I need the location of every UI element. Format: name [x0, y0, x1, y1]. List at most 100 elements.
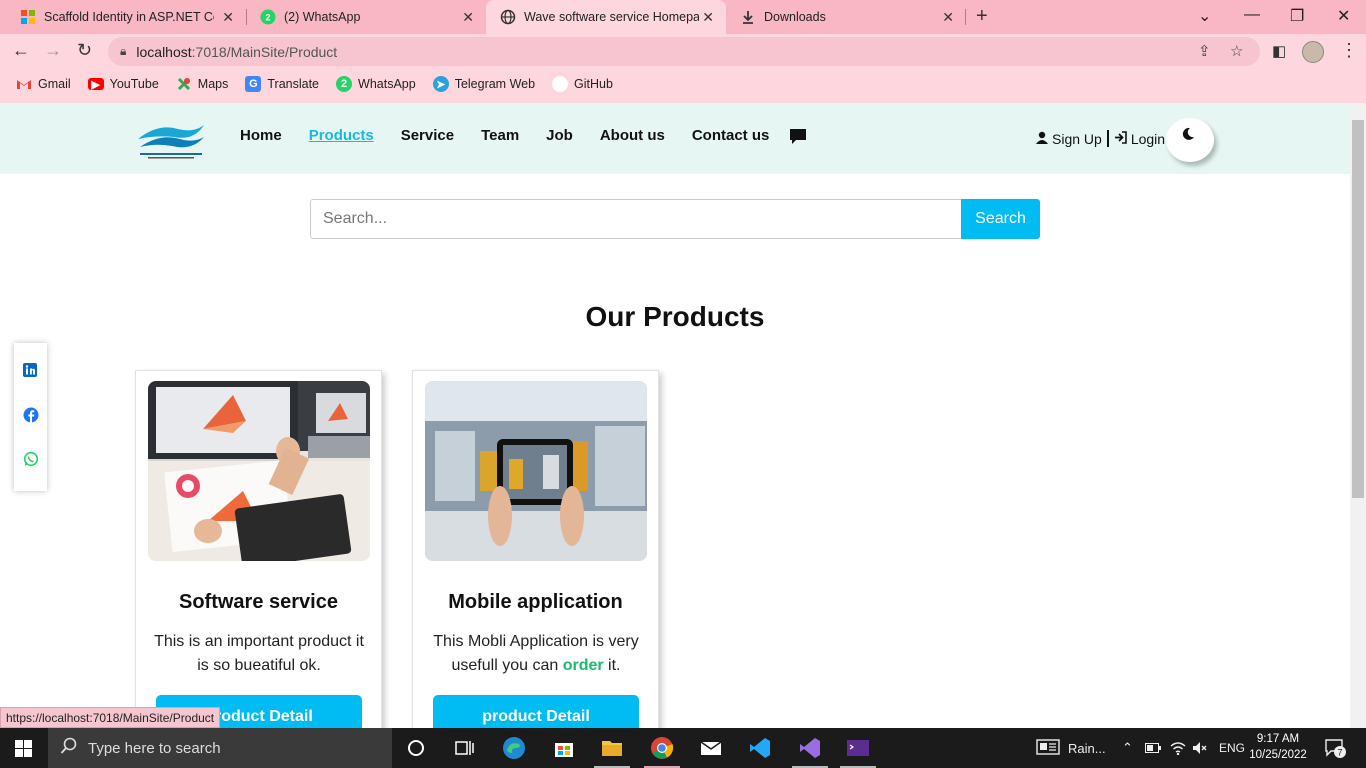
- bookmark-github[interactable]: GitHub: [552, 76, 613, 92]
- nav-team[interactable]: Team: [481, 127, 519, 144]
- file-explorer-icon[interactable]: [600, 736, 624, 760]
- svg-text:2: 2: [265, 13, 270, 23]
- close-tab-icon[interactable]: ✕: [222, 9, 234, 26]
- page-title: Our Products: [585, 301, 765, 332]
- download-icon: [740, 9, 756, 25]
- tab-whatsapp[interactable]: 2 (2) WhatsApp ✕: [246, 0, 486, 34]
- taskbar-search-placeholder: Type here to search: [88, 739, 221, 757]
- language-indicator[interactable]: ENG: [1219, 728, 1245, 768]
- tab-scaffold-identity[interactable]: Scaffold Identity in ASP.NET Core ✕: [6, 0, 246, 34]
- address-bar[interactable]: 🔒︎ localhost:7018/MainSite/Product ⇪ ☆: [108, 37, 1260, 66]
- taskbar-search-box[interactable]: Type here to search: [48, 728, 392, 768]
- clock-time: 9:17 AM: [1256, 733, 1300, 745]
- site-navbar: Home Products Service Team Job About us …: [0, 103, 1350, 174]
- restore-icon[interactable]: ❐: [1290, 6, 1304, 26]
- weather-widget[interactable]: Rain...: [1036, 728, 1106, 768]
- tab-divider: [965, 9, 966, 25]
- bookmark-gmail[interactable]: Gmail: [16, 76, 71, 92]
- wifi-icon[interactable]: [1170, 728, 1186, 768]
- store-icon[interactable]: [552, 736, 576, 760]
- taskbar-clock[interactable]: 9:17 AM 10/25/2022: [1248, 731, 1308, 763]
- product-search-input[interactable]: Search...: [310, 199, 962, 239]
- back-arrow-icon[interactable]: ←: [12, 40, 30, 61]
- nav-about-us[interactable]: About us: [600, 127, 665, 144]
- address-row: ← → ↻ 🔒︎ localhost:7018/MainSite/Product…: [0, 34, 1366, 70]
- whatsapp-icon: 2: [260, 9, 276, 25]
- page-viewport: Home Products Service Team Job About us …: [0, 103, 1350, 728]
- battery-icon[interactable]: [1145, 728, 1161, 768]
- bookmark-translate[interactable]: G Translate: [245, 76, 319, 92]
- wave-logo[interactable]: [134, 115, 208, 163]
- share-icon[interactable]: ⇪: [1198, 42, 1211, 60]
- windows-start-icon[interactable]: [15, 740, 32, 762]
- tab-downloads[interactable]: Downloads ✕: [726, 0, 966, 34]
- gmail-icon: [16, 76, 32, 92]
- bookmark-label: Translate: [267, 77, 320, 91]
- dark-mode-toggle[interactable]: [1166, 118, 1214, 162]
- menu-kebab-icon[interactable]: ⋮: [1340, 40, 1358, 61]
- reload-icon[interactable]: ↻: [77, 40, 92, 61]
- nav-contact-us[interactable]: Contact us: [692, 127, 770, 144]
- chat-bubble-icon[interactable]: [788, 127, 808, 152]
- login-link[interactable]: Login: [1131, 131, 1165, 147]
- product-image-software: [148, 381, 370, 561]
- close-window-icon[interactable]: ✕: [1337, 6, 1350, 26]
- minimize-icon[interactable]: —: [1244, 6, 1260, 24]
- auth-divider: [1106, 130, 1109, 147]
- bookmark-label: GitHub: [574, 77, 613, 91]
- tab-search-chevron-icon[interactable]: ⌄: [1198, 6, 1211, 26]
- close-tab-icon[interactable]: ✕: [702, 9, 714, 26]
- description-text: it.: [603, 657, 621, 674]
- tray-chevron-up-icon[interactable]: ⌃: [1122, 728, 1133, 768]
- mail-icon[interactable]: [699, 736, 723, 760]
- close-tab-icon[interactable]: ✕: [462, 9, 474, 26]
- url-host: localhost: [136, 43, 192, 60]
- edge-icon[interactable]: [502, 736, 526, 760]
- bookmark-telegram[interactable]: ➤ Telegram Web: [432, 76, 536, 92]
- auth-links: Sign Up Login: [1036, 130, 1165, 147]
- terminal-icon[interactable]: [846, 736, 870, 760]
- link-status-bar: https://localhost:7018/MainSite/Product: [0, 707, 221, 728]
- cortana-icon[interactable]: [404, 736, 428, 760]
- bookmark-label: Telegram Web: [454, 77, 536, 91]
- order-link[interactable]: order: [563, 657, 604, 674]
- linkedin-icon[interactable]: [23, 363, 39, 379]
- task-view-icon[interactable]: [452, 736, 476, 760]
- social-share-bar: [14, 343, 47, 491]
- close-tab-icon[interactable]: ✕: [942, 9, 954, 26]
- tab-wave-homepage[interactable]: Wave software service Homepage ✕: [486, 0, 726, 34]
- search-icon: [60, 737, 78, 759]
- notification-center-icon[interactable]: 7: [1324, 728, 1346, 768]
- bookmark-star-icon[interactable]: ☆: [1230, 42, 1243, 60]
- product-card-software: Software service This is an important pr…: [135, 370, 382, 728]
- profile-avatar[interactable]: [1302, 41, 1324, 63]
- side-panel-icon[interactable]: ◧: [1272, 42, 1286, 60]
- bookmark-maps[interactable]: Maps: [176, 76, 228, 92]
- visual-studio-icon[interactable]: [798, 736, 822, 760]
- forward-arrow-icon[interactable]: →: [44, 40, 62, 61]
- weather-text: Rain...: [1068, 740, 1106, 756]
- chrome-icon[interactable]: [650, 736, 674, 760]
- search-button[interactable]: Search: [961, 199, 1040, 239]
- signup-link[interactable]: Sign Up: [1052, 131, 1102, 147]
- nav-service[interactable]: Service: [401, 127, 454, 144]
- product-detail-button[interactable]: product Detail: [433, 695, 639, 728]
- whatsapp-share-icon[interactable]: [23, 451, 39, 467]
- globe-icon: [500, 9, 516, 25]
- nav-home[interactable]: Home: [240, 127, 282, 144]
- new-tab-plus-icon[interactable]: +: [976, 5, 988, 28]
- product-description: This is an important product it is so bu…: [154, 633, 364, 674]
- bookmark-whatsapp[interactable]: 2 WhatsApp: [336, 76, 416, 92]
- nav-job[interactable]: Job: [546, 127, 573, 144]
- volume-muted-icon[interactable]: [1192, 728, 1208, 768]
- vscode-icon[interactable]: [748, 736, 772, 760]
- news-icon: [1036, 738, 1060, 759]
- product-title: Mobile application: [448, 591, 623, 613]
- youtube-icon: ▶: [87, 78, 104, 91]
- scrollbar-thumb[interactable]: [1352, 120, 1364, 498]
- nav-products[interactable]: Products: [309, 127, 374, 144]
- bookmark-label: YouTube: [109, 77, 159, 91]
- bookmark-youtube[interactable]: ▶ YouTube: [87, 77, 159, 91]
- product-description: This Mobli Application is very usefull y…: [431, 630, 641, 678]
- facebook-icon[interactable]: [23, 407, 39, 423]
